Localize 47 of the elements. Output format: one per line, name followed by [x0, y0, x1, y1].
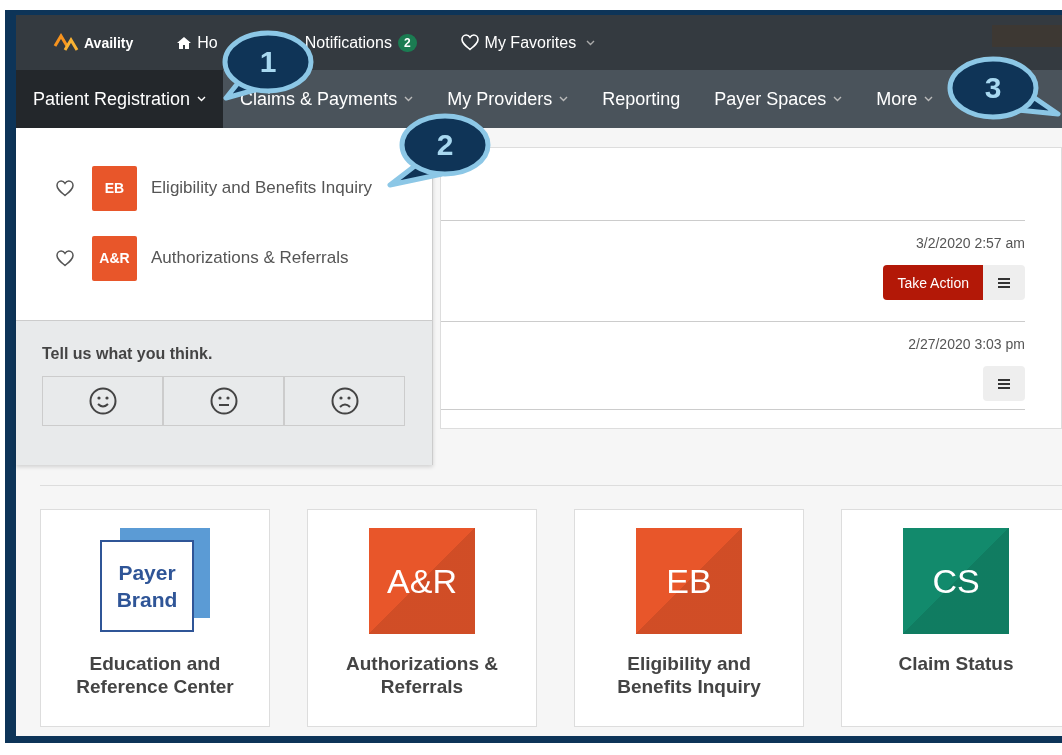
timestamp: 3/2/2020 2:57 am [916, 235, 1025, 251]
callout-number: 2 [435, 128, 455, 162]
menu-item[interactable]: EB Eligibility and Benefits Inquiry [16, 153, 432, 223]
brand-text: Payer [118, 560, 176, 586]
app-tile[interactable]: EB Eligibility and Benefits Inquiry [574, 509, 804, 727]
callout-number: 3 [983, 71, 1003, 105]
face-icon [209, 387, 238, 415]
take-action-button[interactable]: Take Action [883, 265, 983, 300]
app-tile[interactable]: CS Claim Status [841, 509, 1062, 727]
menu-button[interactable] [983, 366, 1025, 401]
nav-tab[interactable]: Payer Spaces [697, 70, 860, 128]
menu-button[interactable] [983, 265, 1025, 300]
feedback-button[interactable] [163, 376, 284, 426]
availity-logo[interactable]: Availity [52, 31, 134, 54]
top-nav-link[interactable]: My Favorites [460, 33, 596, 52]
timestamp: 2/27/2020 3:03 pm [908, 336, 1025, 352]
app-icon: CS [903, 528, 1009, 634]
app-icon: A&R [92, 235, 137, 281]
app-icon: A&R [369, 528, 475, 634]
feedback-button[interactable] [284, 376, 405, 426]
tile-title: Eligibility and Benefits Inquiry [616, 652, 762, 698]
tile-title: Authorizations & Referrals [345, 652, 499, 698]
app-tile[interactable]: Payer Brand Education and Reference Center [40, 509, 270, 727]
top-nav-link[interactable]: Notifications 2 [304, 33, 417, 52]
nav-tab[interactable]: Patient Registration [16, 70, 224, 128]
app-icon: EB [92, 165, 137, 211]
count-badge: 2 [397, 33, 417, 52]
app-icon: EB [636, 528, 742, 634]
tile-title: Claim Status [897, 652, 1015, 675]
face-icon [330, 387, 359, 415]
menu-item[interactable]: A&R Authorizations & Referrals [16, 223, 432, 293]
nav-tab[interactable]: More [859, 70, 951, 128]
feedback-button[interactable] [42, 376, 163, 426]
brand-text: Brand [116, 587, 178, 613]
callout-number: 1 [258, 45, 278, 79]
feedback-prompt: Tell us what you think. [42, 345, 214, 363]
menu-icon [998, 277, 1010, 288]
caret-icon [586, 39, 596, 46]
face-icon [88, 387, 117, 415]
top-nav-link[interactable]: Ho [177, 33, 218, 52]
app-tile[interactable]: A&R Authorizations & Referrals [307, 509, 537, 727]
home-icon [177, 36, 192, 49]
tile-title: Education and Reference Center [75, 652, 235, 698]
menu-icon [998, 378, 1010, 389]
nav-tab[interactable]: Reporting [585, 70, 698, 128]
heart-icon [460, 34, 479, 51]
nav-tab[interactable]: My Providers [430, 70, 586, 128]
